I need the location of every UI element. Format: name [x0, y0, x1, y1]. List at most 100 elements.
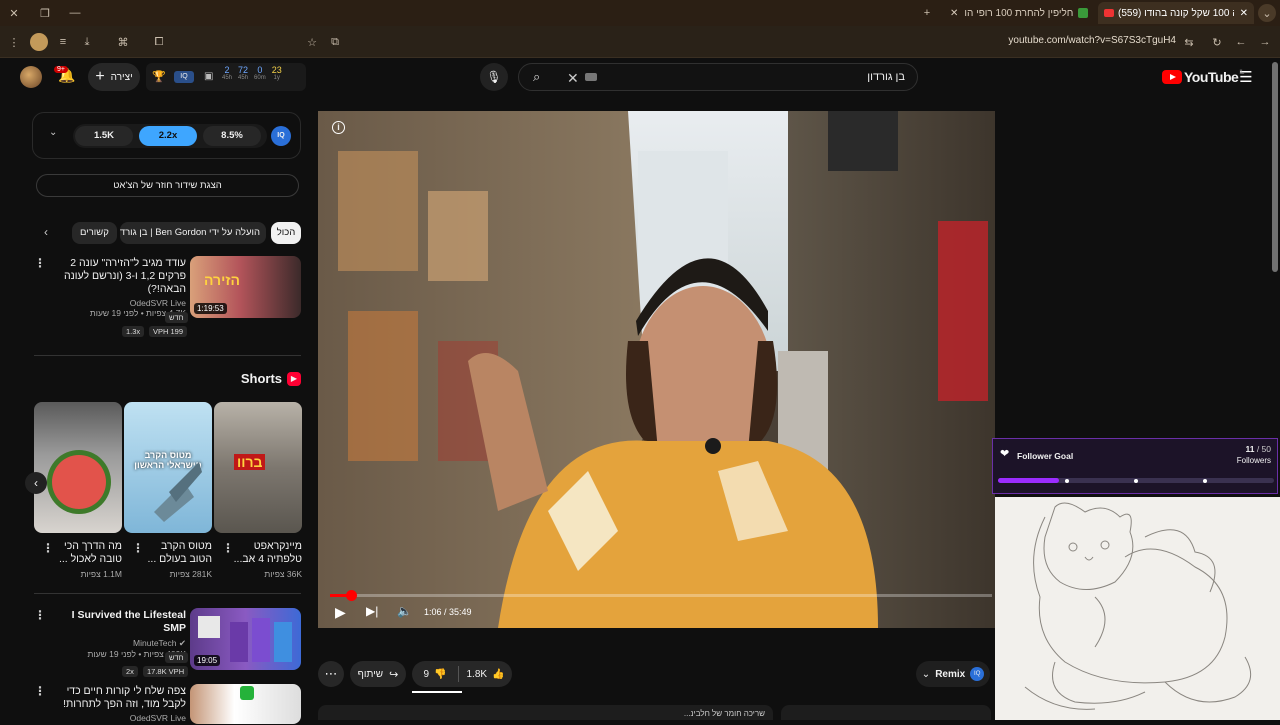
channel-name[interactable]: OdedSVR Live: [48, 713, 186, 723]
chevron-down-icon[interactable]: ⌄: [49, 127, 57, 138]
shorts-prev-button[interactable]: ‹: [25, 472, 47, 494]
channel-name[interactable]: OdedSVR Live: [48, 298, 186, 308]
remix-button[interactable]: ⌄ Remix IQ: [916, 661, 990, 687]
video-title[interactable]: I Survived the Lifesteal SMP: [48, 609, 186, 635]
volume-icon[interactable]: 🔈: [397, 604, 412, 618]
create-label: יצירה: [110, 71, 133, 83]
short-title[interactable]: מטוס הקרב הטוב בעולם ...: [142, 540, 213, 566]
play-icon[interactable]: ▶: [335, 604, 346, 621]
speed-option[interactable]: 2.2x: [139, 126, 197, 146]
video-title[interactable]: עודד מגיב ל"הזירה" עונה 2 פרקים 1,2 ו-3 …: [48, 257, 186, 296]
stats-panel-icon[interactable]: ▣: [204, 71, 213, 82]
browser-tab-bar: ⌄ (559) מה 100 שקל קונה בהודו - ... ✕ ✕ …: [0, 0, 1280, 26]
new-badge: חדש: [165, 652, 188, 663]
extension-puzzle-icon[interactable]: ⌘: [114, 33, 132, 51]
goal-total: / 50: [1256, 444, 1271, 454]
reading-list-icon[interactable]: ≡: [54, 33, 72, 51]
reload-icon[interactable]: ↻: [1208, 33, 1226, 51]
back-icon[interactable]: →: [1256, 33, 1274, 51]
address-bar[interactable]: youtube.com/watch?v=S67S3cTguH4: [980, 35, 1176, 46]
menu-icon[interactable]: ⋮: [5, 33, 23, 51]
tab-active[interactable]: (559) מה 100 שקל קונה בהודו - ... ✕: [1098, 2, 1254, 24]
webcam-sketch-overlay: [995, 497, 1280, 720]
tab-inactive[interactable]: ✕ עער חליפין להחרת 100 רופי הו: [944, 2, 1094, 24]
keyboard-icon[interactable]: [585, 73, 597, 81]
next-icon[interactable]: ▶|: [366, 604, 378, 618]
channel-name[interactable]: ✔ MinuteTech: [48, 638, 186, 649]
short-thumbnail[interactable]: מטוס הקרב הישראלי הראשון: [124, 402, 212, 533]
speed-option[interactable]: 8.5%: [203, 126, 261, 146]
share-button[interactable]: שיתוף ↪: [350, 661, 406, 687]
video-player[interactable]: i ▶ ▶| 🔈 1:06 / 35:49: [318, 111, 995, 628]
install-app-icon[interactable]: ⧉: [326, 33, 344, 51]
list-badge-icon[interactable]: IQ: [174, 71, 194, 83]
search-input[interactable]: בן גורדון: [867, 71, 905, 83]
dislike-button[interactable]: 9 👎: [412, 661, 458, 687]
profile-icon[interactable]: [30, 33, 48, 51]
forward-icon[interactable]: ←: [1232, 33, 1250, 51]
short-thumbnail[interactable]: [34, 402, 122, 533]
like-button[interactable]: 1.8K 👍: [459, 661, 512, 687]
short-menu-icon[interactable]: ⋮: [132, 541, 144, 555]
video-thumbnail[interactable]: הזירה 1:19:53: [190, 256, 301, 318]
logo-region: IL: [1239, 70, 1245, 76]
restore-icon[interactable]: ❐: [36, 4, 54, 22]
new-badge: חדש: [165, 312, 188, 323]
create-button[interactable]: + יצירה: [88, 63, 140, 91]
comments-box[interactable]: [781, 705, 991, 720]
bookmark-star-icon[interactable]: ☆: [303, 33, 321, 51]
stats-list: 23 1y 0 60m 72 45h 2 45h: [222, 65, 282, 81]
tab-search-icon[interactable]: ⌄: [1258, 4, 1276, 22]
short-title[interactable]: מיינקראפט טלפתיה 4 אב...: [232, 540, 302, 566]
clear-search-icon[interactable]: ✕: [567, 70, 579, 87]
video-title[interactable]: צפה שלח לי קורות חיים כדי לקבל מוד, וזה …: [48, 685, 186, 711]
short-menu-icon[interactable]: ⋮: [42, 541, 54, 555]
video-thumbnail[interactable]: 19:05: [190, 608, 301, 670]
site-settings-icon[interactable]: ⇆: [1180, 33, 1198, 51]
chip-all[interactable]: הכול: [271, 222, 301, 244]
close-tab-icon[interactable]: ✕: [1240, 8, 1248, 19]
extensions-icon[interactable]: ⧠: [150, 33, 168, 51]
short-title[interactable]: מה הדרך הכי טובה לאכול ...: [52, 540, 122, 566]
page-scrollbar[interactable]: [1272, 62, 1278, 272]
minimize-icon[interactable]: —: [66, 4, 84, 22]
progress-bar[interactable]: [330, 590, 992, 601]
description-box[interactable]: שריכה חומר של חלבינ...: [318, 705, 773, 720]
scrubber-handle[interactable]: [345, 590, 357, 601]
video-menu-icon[interactable]: ⋮: [34, 256, 46, 270]
new-tab-button[interactable]: +: [918, 4, 936, 22]
chevron-left-icon[interactable]: ‹: [44, 225, 48, 239]
video-thumbnail[interactable]: [190, 684, 301, 724]
notification-count: 9+: [54, 66, 68, 73]
speed-option[interactable]: 1.5K: [75, 126, 133, 146]
stats-widget[interactable]: 🏆 IQ ▣ 23 1y 0 60m 72 45h 2 45h: [146, 63, 306, 91]
short-menu-icon[interactable]: ⋮: [222, 541, 234, 555]
close-window-icon[interactable]: ✕: [5, 4, 23, 22]
video-menu-icon[interactable]: ⋮: [34, 608, 46, 622]
search-icon[interactable]: ⌕: [533, 69, 540, 85]
cat-sketch-drawing: [1024, 502, 1252, 710]
video-duration: 19:05: [194, 655, 221, 666]
video-info[interactable]: עודד מגיב ל"הזירה" עונה 2 פרקים 1,2 ו-3 …: [48, 257, 186, 318]
video-menu-icon[interactable]: ⋮: [34, 684, 46, 698]
chat-replay-button[interactable]: הצגת שידור חוזר של הצ'אט: [36, 174, 299, 197]
more-actions-button[interactable]: ⋯: [318, 661, 344, 687]
youtube-logo[interactable]: YouTube IL: [1162, 69, 1244, 85]
info-icon[interactable]: i: [332, 121, 345, 134]
trophy-icon[interactable]: 🏆: [152, 70, 166, 83]
short-thumbnail[interactable]: ברוו: [214, 402, 302, 533]
video-info[interactable]: צפה שלח לי קורות חיים כדי לקבל מוד, וזה …: [48, 685, 186, 723]
iq-icon[interactable]: IQ: [271, 126, 291, 146]
chip-uploader[interactable]: הועלה על ידי Ben Gordon | בן גורדון: [120, 222, 266, 244]
video-info[interactable]: I Survived the Lifesteal SMP ✔ MinuteTec…: [48, 609, 186, 659]
voice-search-icon[interactable]: 🎙: [480, 63, 508, 91]
avatar[interactable]: [20, 66, 42, 88]
search-bar[interactable]: בן גורדון ✕ ⌕: [518, 63, 918, 91]
short-info[interactable]: מטוס הקרב הטוב בעולם ... 281K צפיות: [142, 540, 213, 579]
close-tab-icon[interactable]: ✕: [950, 8, 958, 19]
short-info[interactable]: מה הדרך הכי טובה לאכול ... 1.1M צפיות: [52, 540, 122, 579]
download-icon[interactable]: ⤓: [78, 33, 96, 51]
chip-related[interactable]: קשורים: [72, 222, 117, 244]
like-dislike-group: 9 👎 1.8K 👍: [412, 661, 512, 687]
short-info[interactable]: מיינקראפט טלפתיה 4 אב... 36K צפיות: [232, 540, 302, 579]
